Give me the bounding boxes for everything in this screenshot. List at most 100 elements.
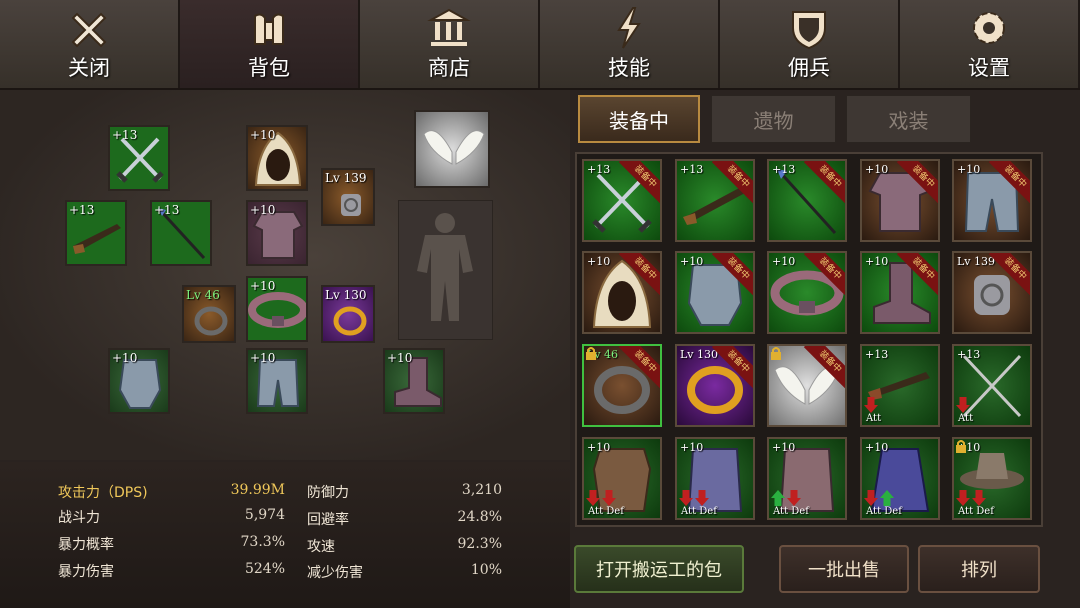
equip-slot-weapon-swords[interactable]: +13: [108, 125, 170, 191]
stat-value: 92.3%: [457, 536, 502, 552]
stat-value: 24.8%: [457, 509, 502, 525]
nav-tab-skills[interactable]: 技能: [540, 0, 720, 88]
item-level: +10: [680, 441, 704, 454]
equip-slot-wings[interactable]: [414, 110, 490, 188]
att-label: Att: [866, 413, 882, 424]
item-level: +10: [250, 203, 276, 217]
close-icon: [71, 12, 107, 48]
inventory-item[interactable]: +10 装备中: [860, 251, 940, 334]
mercenary-shield-icon: [792, 11, 826, 50]
lock-icon: [956, 440, 966, 453]
inventory-item[interactable]: +10 Att Def: [767, 437, 847, 520]
down-arrow-icon: [972, 490, 986, 506]
equip-slot-gloves[interactable]: +10: [108, 348, 170, 414]
nav-tab-shop[interactable]: 商店: [360, 0, 540, 88]
item-level: +13: [154, 203, 180, 217]
batch-sell-button[interactable]: 一批出售: [779, 545, 909, 593]
equip-slot-ring-2[interactable]: Lv 130: [321, 285, 375, 343]
item-level: +10: [865, 255, 889, 268]
open-porter-bag-button[interactable]: 打开搬运工的包: [574, 545, 744, 593]
equip-slot-spear[interactable]: +13: [150, 200, 212, 266]
inventory-item[interactable]: +13 装备中: [582, 159, 662, 242]
equip-slot-rifle[interactable]: +13: [65, 200, 127, 266]
att-label: Att: [958, 413, 974, 424]
stat-label: 暴力概率: [58, 537, 114, 553]
equip-slot-ring-1[interactable]: Lv 46: [182, 285, 236, 343]
inventory-item[interactable]: Lv 139 装备中: [952, 251, 1032, 334]
nav-tab-label: 关闭: [68, 56, 110, 80]
inventory-item[interactable]: +10 装备中: [860, 159, 940, 242]
nav-tab-label: 背包: [248, 56, 290, 80]
item-level: Lv 46: [186, 288, 220, 302]
inventory-item[interactable]: +10 装备中: [675, 251, 755, 334]
item-level: +10: [587, 441, 611, 454]
stat-compare: [586, 490, 616, 506]
inventory-item[interactable]: +10 Att Def: [675, 437, 755, 520]
inventory-item[interactable]: +13 装备中: [675, 159, 755, 242]
item-level: Lv 139: [957, 255, 996, 268]
tab-equipped[interactable]: 装备中: [578, 95, 700, 143]
nav-tab-label: 技能: [608, 56, 650, 80]
item-level: +10: [865, 441, 889, 454]
down-arrow-icon: [956, 490, 970, 506]
sort-button[interactable]: 排列: [918, 545, 1040, 593]
shop-icon: [427, 8, 471, 46]
item-level: +10: [680, 255, 704, 268]
up-arrow-icon: [880, 490, 894, 506]
equip-slot-head[interactable]: +10: [246, 125, 308, 191]
equip-slot-legs[interactable]: +10: [246, 348, 308, 414]
att-def-label: Att Def: [681, 506, 717, 517]
item-level: +10: [865, 163, 889, 176]
equip-slot-boots[interactable]: +10: [383, 348, 445, 414]
tab-costumes[interactable]: 戏装: [846, 95, 971, 143]
inventory-item[interactable]: Lv 46 装备中: [582, 344, 662, 427]
down-arrow-icon: [956, 397, 970, 413]
inventory-item[interactable]: +10 Att Def: [860, 437, 940, 520]
inventory-item[interactable]: 装备中: [767, 344, 847, 427]
stats-panel: 攻击力（DPS) 39.99M 战斗力 5,974 暴力概率 73.3% 暴力伤…: [0, 462, 570, 608]
nav-tab-mercenary[interactable]: 佣兵: [720, 0, 900, 88]
down-arrow-icon: [787, 490, 801, 506]
stat-compare: [956, 490, 986, 506]
nav-tab-close[interactable]: 关闭: [0, 0, 180, 88]
inventory-item[interactable]: +10 装备中: [582, 251, 662, 334]
inventory-item[interactable]: +13 Att: [860, 344, 940, 427]
item-level: +10: [587, 255, 611, 268]
inventory-item[interactable]: +13 Att: [952, 344, 1032, 427]
equip-slot-chest[interactable]: +10: [246, 200, 308, 266]
equip-slot-amulet[interactable]: Lv 139: [321, 168, 375, 226]
item-level: +10: [250, 128, 276, 142]
wings-icon: [423, 130, 485, 165]
inventory-grid: +13 装备中 +13 装备中 +13 装备中 +10 装备中 +10 装备中 …: [575, 152, 1043, 527]
stat-value: 5,974: [244, 507, 285, 523]
nav-tab-settings[interactable]: 设置: [900, 0, 1080, 88]
item-level: Lv 139: [325, 171, 367, 185]
tab-relics[interactable]: 遗物: [711, 95, 836, 143]
nav-tab-label: 设置: [968, 56, 1010, 80]
stat-label: 减少伤害: [307, 565, 363, 581]
inventory-item[interactable]: +13 装备中: [767, 159, 847, 242]
character-silhouette: [398, 200, 493, 340]
down-arrow-icon: [864, 490, 878, 506]
item-level: +10: [957, 163, 981, 176]
item-level: +10: [772, 255, 796, 268]
stat-value: 3,210: [461, 482, 502, 498]
inventory-item[interactable]: +10 Att Def: [952, 437, 1032, 520]
inventory-item[interactable]: Lv 130 装备中: [675, 344, 755, 427]
stat-compare: [771, 490, 801, 506]
item-level: +13: [69, 203, 95, 217]
att-def-label: Att Def: [866, 506, 902, 517]
top-nav: 关闭 背包 商店 技能 佣兵 设置: [0, 0, 1080, 90]
nav-tab-backpack[interactable]: 背包: [180, 0, 360, 88]
inventory-item[interactable]: +10 Att Def: [582, 437, 662, 520]
equip-slot-belt[interactable]: +10: [246, 276, 308, 342]
stat-value: 39.99M: [230, 482, 285, 498]
down-arrow-icon: [864, 397, 878, 413]
item-level: +10: [250, 351, 276, 365]
item-level: Lv 130: [325, 288, 367, 302]
inventory-item[interactable]: +10 装备中: [767, 251, 847, 334]
inventory-item[interactable]: +10 装备中: [952, 159, 1032, 242]
nav-tab-label: 商店: [428, 56, 470, 80]
backpack-icon: [254, 13, 284, 45]
att-def-label: Att Def: [773, 506, 809, 517]
